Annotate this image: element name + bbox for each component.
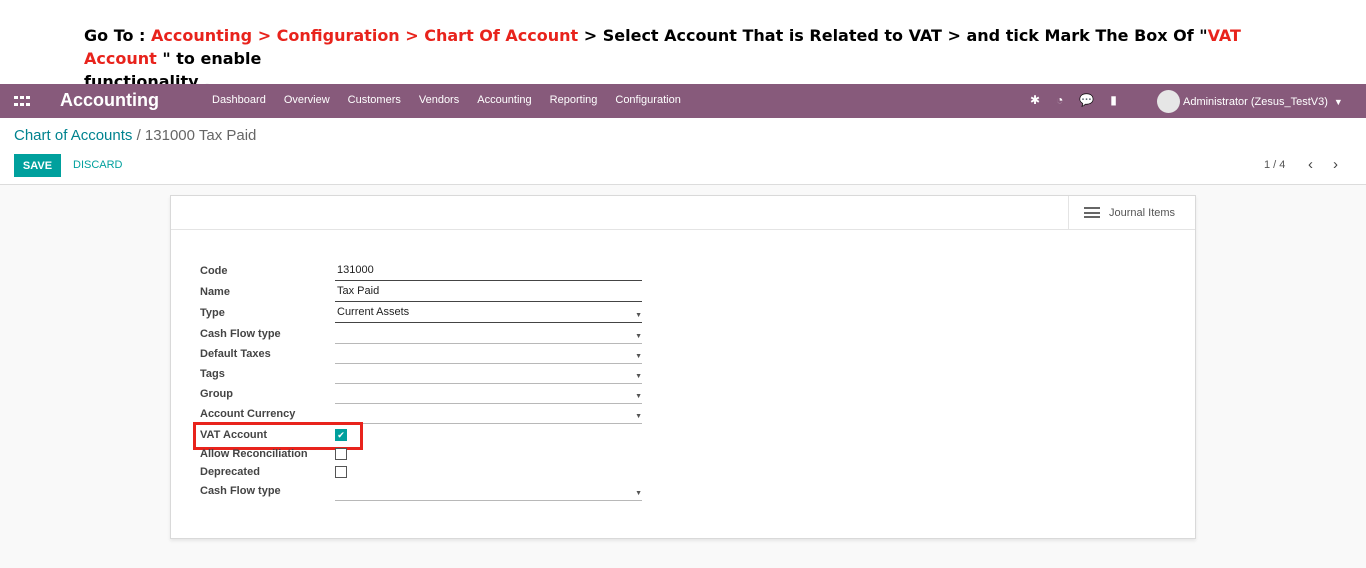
chevron-down-icon: ▼: [1333, 96, 1343, 107]
type-label: Type: [200, 307, 225, 319]
dropdown-arrow-icon: ▼: [635, 413, 642, 420]
code-field[interactable]: 131000: [335, 261, 642, 281]
clock-icon[interactable]: ◔: [1056, 93, 1063, 107]
discard-button[interactable]: DISCARD: [73, 159, 123, 171]
dropdown-arrow-icon: ▼: [635, 312, 642, 319]
apps-menu-icon[interactable]: [14, 96, 30, 107]
cash-flow-type-2-label: Cash Flow type: [200, 485, 281, 497]
breadcrumb-current: 131000 Tax Paid: [144, 127, 257, 144]
name-field[interactable]: Tax Paid: [335, 282, 642, 302]
cash-flow-type-label: Cash Flow type: [200, 328, 281, 340]
pager-value: 1 / 4: [1264, 159, 1286, 171]
deprecated-checkbox[interactable]: [335, 466, 347, 478]
save-button[interactable]: SAVE: [14, 154, 61, 177]
instruction-path: Accounting > Configuration > Chart Of Ac…: [151, 26, 579, 45]
form-sheet: Journal Items Code 131000 Name Tax Paid …: [170, 195, 1196, 539]
chat-icon[interactable]: 💬: [1079, 93, 1094, 107]
button-box-divider: [171, 229, 1195, 230]
main-menu: Dashboard Overview Customers Vendors Acc…: [212, 94, 699, 106]
name-label: Name: [200, 286, 230, 298]
menu-dashboard[interactable]: Dashboard: [212, 94, 266, 106]
group-select[interactable]: ▼: [335, 384, 642, 404]
type-select[interactable]: Current Assets ▼: [335, 303, 642, 323]
menu-accounting[interactable]: Accounting: [477, 94, 531, 106]
code-label: Code: [200, 265, 228, 277]
default-taxes-label: Default Taxes: [200, 348, 271, 360]
menu-vendors[interactable]: Vendors: [419, 94, 459, 106]
allow-reconciliation-checkbox[interactable]: [335, 448, 347, 460]
tags-select[interactable]: ▼: [335, 364, 642, 384]
group-label: Group: [200, 388, 233, 400]
breadcrumb-parent[interactable]: Chart of Accounts: [14, 127, 132, 144]
menu-overview[interactable]: Overview: [284, 94, 330, 106]
menu-configuration[interactable]: Configuration: [615, 94, 680, 106]
chevron-left-icon[interactable]: ‹: [1308, 156, 1313, 173]
bug-icon[interactable]: ✱: [1030, 93, 1040, 107]
list-icon: [1084, 207, 1100, 218]
cash-flow-type-2-select[interactable]: ▼: [335, 481, 642, 501]
systray: ✱ ◔ 💬 ▮: [1030, 93, 1117, 107]
top-navbar: Accounting Dashboard Overview Customers …: [0, 84, 1366, 118]
vat-account-label: VAT Account: [200, 429, 268, 441]
account-currency-select[interactable]: ▼: [335, 404, 642, 424]
app-title: Accounting: [60, 90, 159, 110]
user-name: Administrator (Zesus_TestV3): [1183, 95, 1328, 108]
vat-account-checkbox[interactable]: ✔: [335, 429, 347, 441]
breadcrumb-separator: /: [136, 127, 141, 144]
deprecated-label: Deprecated: [200, 466, 260, 478]
default-taxes-select[interactable]: ▼: [335, 344, 642, 364]
activity-icon[interactable]: ▮: [1110, 93, 1117, 107]
menu-customers[interactable]: Customers: [348, 94, 401, 106]
type-value: Current Assets: [337, 306, 410, 318]
dropdown-arrow-icon: ▼: [635, 490, 642, 497]
user-menu[interactable]: Administrator (Zesus_TestV3) ▼: [1157, 90, 1343, 113]
allow-reconciliation-label: Allow Reconciliation: [200, 448, 308, 460]
menu-reporting[interactable]: Reporting: [550, 94, 598, 106]
chevron-right-icon[interactable]: ›: [1333, 156, 1338, 173]
tags-label: Tags: [200, 368, 225, 380]
account-currency-label: Account Currency: [200, 408, 296, 420]
cash-flow-type-select[interactable]: ▼: [335, 324, 642, 344]
instruction-text: Go To : Accounting > Configuration > Cha…: [84, 26, 1241, 91]
journal-items-button[interactable]: Journal Items: [1068, 196, 1195, 229]
journal-items-label: Journal Items: [1109, 206, 1176, 219]
avatar: [1157, 90, 1180, 113]
breadcrumb: Chart of Accounts / 131000 Tax Paid: [14, 127, 256, 144]
